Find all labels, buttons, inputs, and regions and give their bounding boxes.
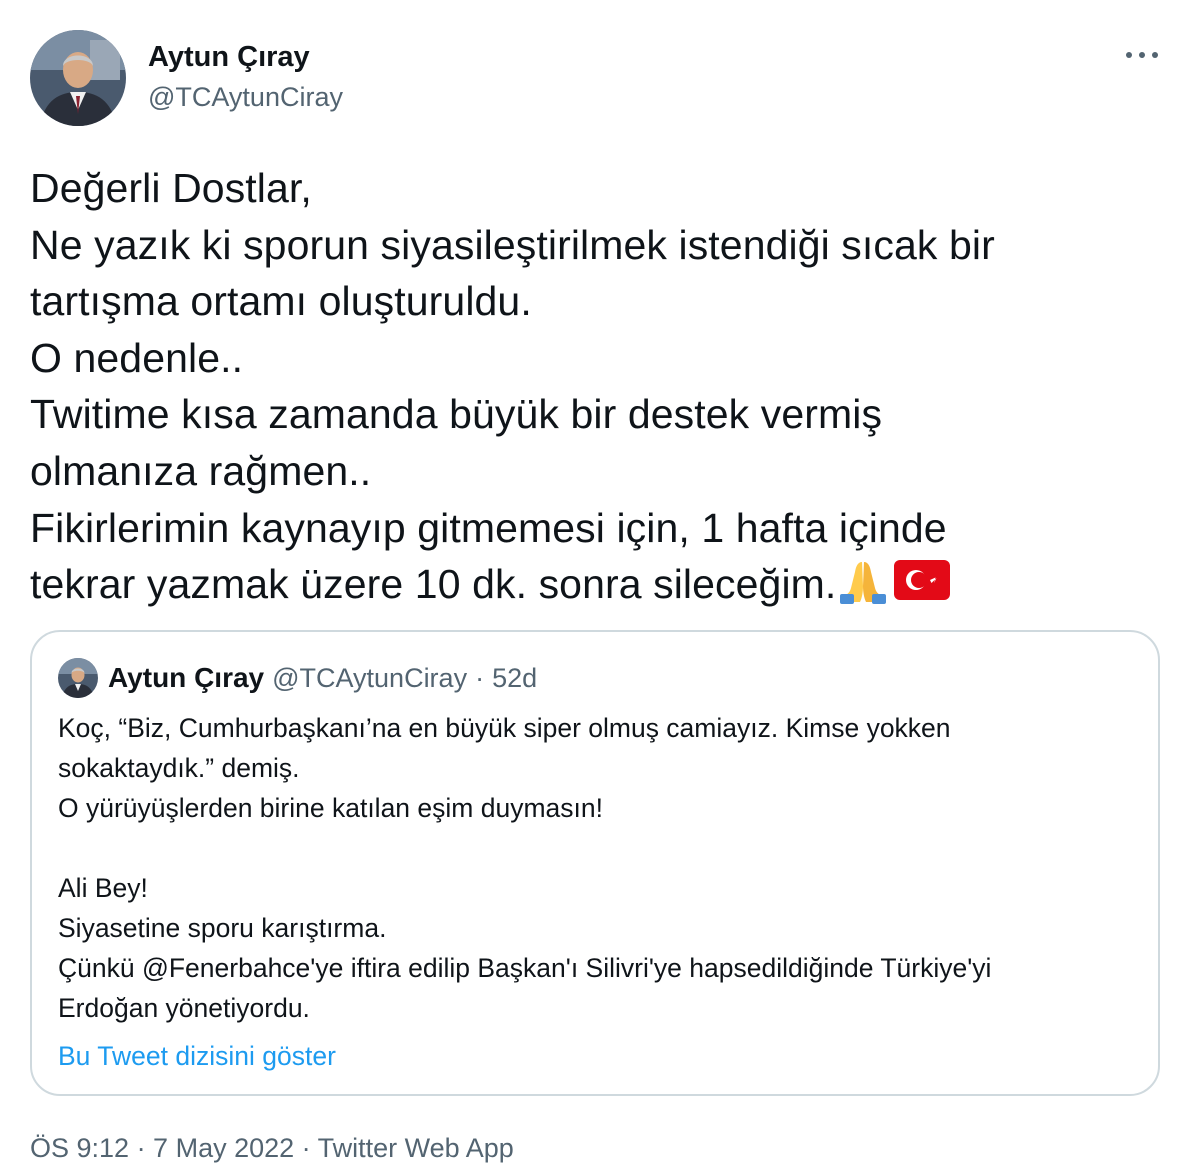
quoted-author-name: Aytun Çıray [108,662,265,693]
more-options-icon[interactable] [1120,40,1164,70]
quoted-line: Siyasetine sporu karıştırma. [58,913,387,943]
tweet-line-text: tekrar yazmak üzere 10 dk. sonra sileceğ… [30,561,837,608]
quoted-tweet[interactable]: Aytun Çıray @TCAytunCiray · 52d Koç, “Bi… [30,630,1160,1096]
quoted-tweet-header: Aytun Çıray @TCAytunCiray · 52d [58,658,537,698]
author-block: Aytun Çıray @TCAytunCiray [148,40,343,114]
quoted-tweet-text: Koç, “Biz, Cumhurbaşkanı’na en büyük sip… [58,708,1138,1028]
tweet-line: olmanıza rağmen.. [30,447,372,494]
tweet-line: O nedenle.. [30,334,244,381]
quoted-line: Koç, “Biz, Cumhurbaşkanı’na en büyük sip… [58,713,951,743]
show-thread-link[interactable]: Bu Tweet dizisini göster [58,1036,336,1076]
author-handle[interactable]: @TCAytunCiray [148,80,343,114]
quoted-author-avatar [58,658,98,698]
folded-hands-emoji-icon [838,558,888,619]
quoted-line: sokaktaydık.” demiş. [58,753,300,783]
quoted-line: Çünkü @Fenerbahce'ye iftira edilip Başka… [58,953,992,983]
tweet-line: Fikirlerimin kaynayıp gitmemesi için, 1 … [30,504,947,551]
quoted-line: O yürüyüşlerden birine katılan eşim duym… [58,793,603,823]
author-name[interactable]: Aytun Çıray [148,40,343,74]
more-dot [1152,52,1158,58]
turkey-flag-emoji-icon [894,558,951,615]
tweet-line: Twitime kısa zamanda büyük bir destek ve… [30,391,883,438]
quoted-author-handle: @TCAytunCiray [272,662,468,693]
quoted-timestamp[interactable]: 52d [492,663,537,694]
quoted-line: Ali Bey! [58,873,148,903]
more-dot [1139,52,1145,58]
separator-dot: · [475,662,485,693]
more-dot [1126,52,1132,58]
tweet-meta[interactable]: ÖS 9:12 · 7 May 2022 · Twitter Web App [30,1130,514,1166]
tweet-line: Değerli Dostlar, [30,165,312,211]
tweet-line-last: tekrar yazmak üzere 10 dk. sonra sileceğ… [30,556,1150,619]
quoted-line: Erdoğan yönetiyordu. [58,993,310,1023]
quoted-line-blank [58,828,1138,868]
tweet-line: Ne yazık ki sporun siyasileştirilmek ist… [30,221,995,268]
author-avatar[interactable] [30,30,126,126]
tweet-line: tartışma ortamı oluşturuldu. [30,278,532,325]
tweet-text: Değerli Dostlar, Ne yazık ki sporun siya… [30,160,1150,619]
